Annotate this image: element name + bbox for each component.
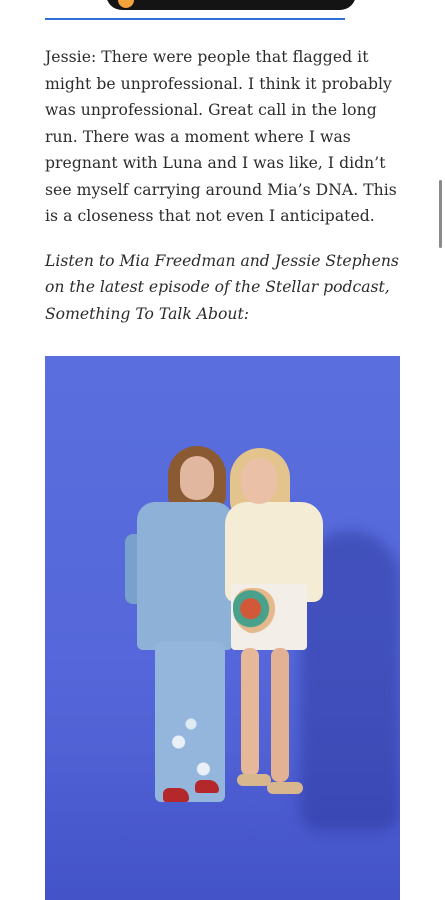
podcast-caption: Listen to Mia Freedman and Jessie Stephe… bbox=[45, 251, 399, 323]
person-1-denim-jacket bbox=[137, 502, 233, 650]
person-2-shoe-right bbox=[267, 782, 303, 794]
person-1-shoe-right bbox=[195, 780, 219, 793]
article-body: Jessie: There were people that flagged i… bbox=[45, 44, 401, 327]
person-2-leg-right bbox=[271, 648, 289, 782]
person-1-shoe-left bbox=[163, 788, 189, 802]
person-1-face bbox=[180, 456, 214, 500]
section-divider bbox=[45, 18, 345, 20]
person-2-skirt-print bbox=[233, 588, 277, 634]
quote-paragraph: Jessie: There were people that flagged i… bbox=[45, 48, 397, 225]
person-2-face bbox=[241, 458, 277, 504]
audio-player-bar[interactable] bbox=[106, 0, 356, 10]
play-icon[interactable] bbox=[118, 0, 134, 8]
person-2-leg-left bbox=[241, 648, 259, 776]
article-photo bbox=[45, 356, 400, 900]
person-2-shoe-left bbox=[237, 774, 271, 786]
scrollbar-thumb[interactable] bbox=[439, 180, 442, 248]
